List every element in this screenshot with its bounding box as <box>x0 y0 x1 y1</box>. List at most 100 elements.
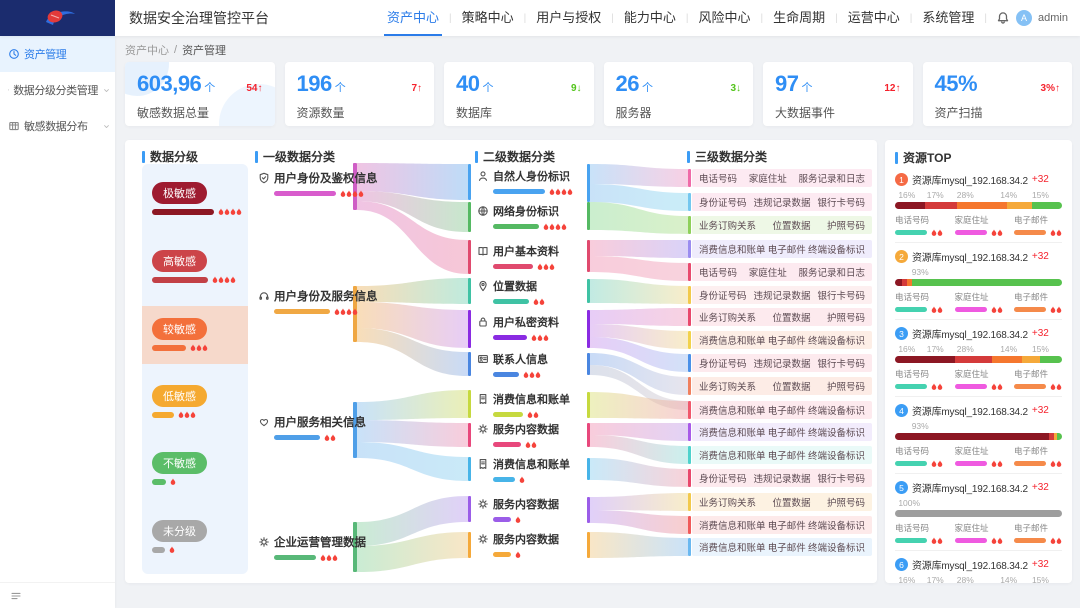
receipt-icon <box>477 458 489 470</box>
nav-item[interactable]: 用户与授权 <box>533 0 604 36</box>
level1-category[interactable]: 用户身份及服务信息 <box>258 288 378 316</box>
avatar[interactable]: A <box>1016 10 1032 26</box>
title-accent-bar <box>895 152 898 164</box>
level2-category[interactable]: 服务内容数据 <box>477 496 559 524</box>
sidebar-item[interactable]: 资产管理 <box>0 36 115 72</box>
level-pill[interactable]: 极敏感 <box>152 182 207 204</box>
segment-percent: 100% <box>898 498 920 508</box>
data-tag: 服务记录和日志 <box>798 171 865 185</box>
segment-percent: 16% <box>898 190 915 200</box>
data-tag: 位置数据 <box>772 495 810 509</box>
category-bar <box>493 412 523 417</box>
level1-category[interactable]: 用户服务相关信息 <box>258 414 366 442</box>
mini-stat: 电话号码 <box>895 445 943 468</box>
nav-item[interactable]: 能力中心 <box>621 0 679 36</box>
flame-icons <box>991 228 1003 237</box>
level2-category[interactable]: 消费信息和账单 <box>477 391 570 419</box>
stat-delta: 12↑ <box>884 83 900 94</box>
data-tag: 消费信息和账单 <box>699 425 766 439</box>
data-tag: 业务订购关系 <box>699 495 756 509</box>
level-pill[interactable]: 未分级 <box>152 520 207 542</box>
segment-percent: 15% <box>1032 575 1049 583</box>
level2-category[interactable]: 消费信息和账单 <box>477 456 570 484</box>
mini-stat: 电话号码 <box>895 291 943 314</box>
level1-category[interactable]: 用户身份及鉴权信息 <box>258 170 378 198</box>
grid-icon <box>8 120 20 132</box>
stat-delta: 7↑ <box>411 83 422 94</box>
row-accent-bar <box>688 423 691 441</box>
data-tag: 护照号码 <box>827 495 865 509</box>
sidebar-item[interactable]: 敏感数据分布 <box>0 108 115 144</box>
resource-item[interactable]: 2资源库mysql_192.168.34.2+32 93% 电话号码家庭住址电子… <box>895 242 1062 319</box>
resource-item[interactable]: 3资源库mysql_192.168.34.2+32 16%17%28%14%15… <box>895 319 1062 396</box>
flame-icons <box>931 382 943 391</box>
mini-stat-label: 家庭住址 <box>955 214 1003 226</box>
level2-category[interactable]: 网络身份标识 <box>477 203 567 231</box>
mini-stat: 家庭住址 <box>955 445 1003 468</box>
nav-item[interactable]: 资产中心 <box>384 0 442 36</box>
level2-category[interactable]: 位置数据 <box>477 278 545 306</box>
sensitivity-level[interactable]: 较敏感 <box>152 318 208 352</box>
nav-item[interactable]: 生命周期 <box>770 0 828 36</box>
mini-stat-label: 电子邮件 <box>1014 291 1062 303</box>
nav-item[interactable]: 风险中心 <box>696 0 754 36</box>
level-pill[interactable]: 低敏感 <box>152 385 207 407</box>
sensitivity-level[interactable]: 高敏感 <box>152 250 236 284</box>
flame-icons <box>931 305 943 314</box>
resource-item[interactable]: 5资源库mysql_192.168.34.2+32 100% 电话号码家庭住址电… <box>895 473 1062 550</box>
mini-stat: 家庭住址 <box>955 291 1003 314</box>
level2-category[interactable]: 用户基本资料 <box>477 243 559 271</box>
sidebar-item-label: 敏感数据分布 <box>24 118 88 134</box>
segment-percent: 17% <box>927 575 944 583</box>
sensitivity-level[interactable]: 未分级 <box>152 520 207 554</box>
resource-item[interactable]: 4资源库mysql_192.168.34.2+32 93% 电话号码家庭住址电子… <box>895 396 1062 473</box>
data-tag: 护照号码 <box>827 218 865 232</box>
sensitivity-level[interactable]: 不敏感 <box>152 452 207 486</box>
sidebar-item[interactable]: 数据分级分类管理 <box>0 72 115 108</box>
row-accent-bar <box>688 354 691 372</box>
resource-item[interactable]: 1资源库mysql_192.168.34.2+32 16%17%28%14%15… <box>895 166 1062 242</box>
app-logo <box>0 0 115 36</box>
row-accent-bar <box>688 240 691 258</box>
mini-stat-bar <box>1014 538 1046 543</box>
category-bar <box>493 442 521 447</box>
rank-badge: 2 <box>895 250 908 263</box>
category-label: 企业运营管理数据 <box>274 534 366 550</box>
level-pill[interactable]: 高敏感 <box>152 250 207 272</box>
flame-icons <box>991 536 1003 545</box>
username[interactable]: admin <box>1038 12 1068 24</box>
mini-stat: 电子邮件 <box>1014 368 1062 391</box>
level-bar <box>152 277 208 283</box>
breadcrumb-separator: / <box>174 44 177 56</box>
nav-item[interactable]: 系统管理 <box>919 0 977 36</box>
resource-delta: +32 <box>1032 328 1049 339</box>
breadcrumb-section[interactable]: 资产中心 <box>125 42 169 58</box>
row-accent-bar <box>688 331 691 349</box>
segment-percent: 17% <box>927 344 944 354</box>
level2-category[interactable]: 服务内容数据 <box>477 421 559 449</box>
level2-category[interactable]: 自然人身份标识 <box>477 168 573 196</box>
level-pill[interactable]: 不敏感 <box>152 452 207 474</box>
data-tag: 业务订购关系 <box>699 379 756 393</box>
level2-category[interactable]: 服务内容数据 <box>477 531 559 559</box>
level2-category[interactable]: 用户私密资料 <box>477 314 559 342</box>
segment-labels: 16%17%28%14%15% <box>895 344 1062 355</box>
content-row: 极敏感高敏感较敏感低敏感不敏感未分级 用户身份及鉴权信息用户身份及服务信息用户服务… <box>125 140 1072 583</box>
level1-category[interactable]: 企业运营管理数据 <box>258 534 366 562</box>
level-pill[interactable]: 较敏感 <box>152 318 207 340</box>
resource-item[interactable]: 6资源库mysql_192.168.34.2+32 16%17%28%14%15… <box>895 550 1062 583</box>
row-accent-bar <box>688 469 691 487</box>
bar-segment <box>895 510 1062 517</box>
segment-percent: 14% <box>1000 344 1017 354</box>
sensitivity-level[interactable]: 极敏感 <box>152 182 242 216</box>
distribution-bar <box>895 202 1062 209</box>
gear-icon <box>477 533 489 545</box>
sidebar-item-label: 数据分级分类管理 <box>13 82 98 98</box>
notification-bell-icon[interactable] <box>996 11 1010 25</box>
sidebar-collapse-button[interactable] <box>0 582 115 608</box>
flame-icons <box>1050 536 1062 545</box>
nav-item[interactable]: 运营中心 <box>845 0 903 36</box>
level2-category[interactable]: 联系人信息 <box>477 351 548 379</box>
sensitivity-level[interactable]: 低敏感 <box>152 385 207 419</box>
nav-item[interactable]: 策略中心 <box>459 0 517 36</box>
